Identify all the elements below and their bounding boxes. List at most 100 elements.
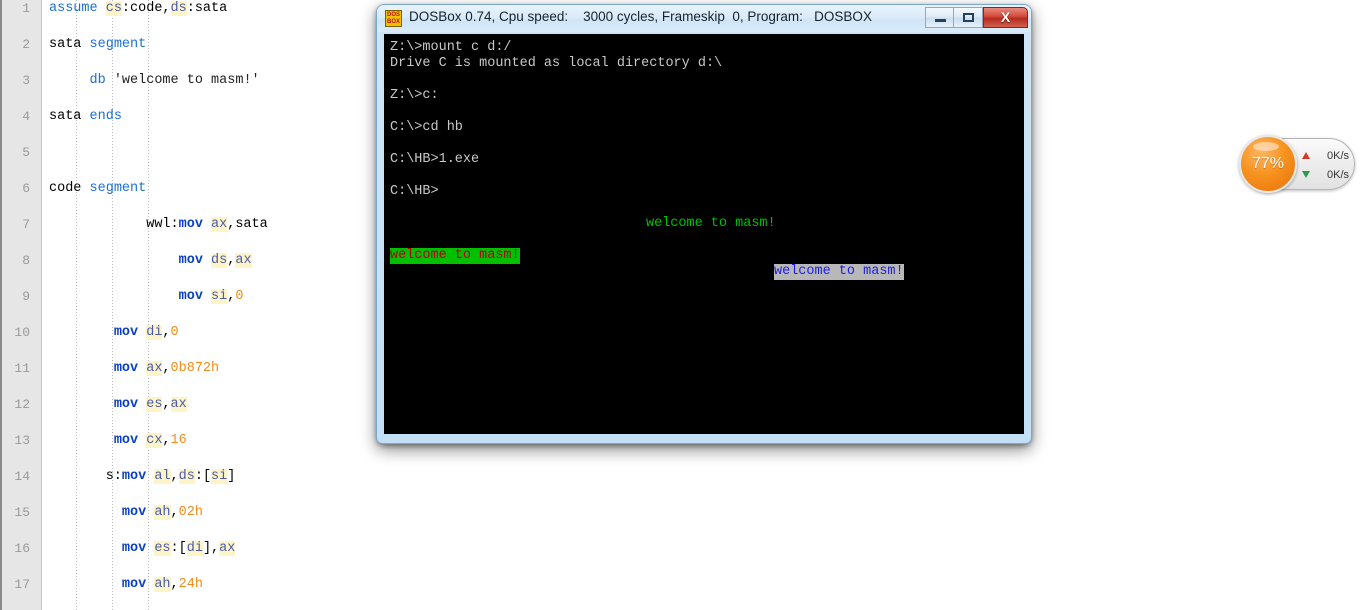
code-token: segment	[89, 37, 147, 52]
line-number: 12	[14, 397, 30, 412]
code-token: sata	[49, 37, 90, 52]
code-line[interactable]: 16 mov es:[di],ax	[0, 540, 1362, 558]
code-token: wwl:	[49, 217, 179, 232]
code-token: es	[154, 541, 171, 556]
code-token: 0	[170, 325, 179, 340]
line-number: 11	[14, 361, 30, 376]
line-number: 9	[22, 289, 30, 304]
code-token: mov	[121, 505, 155, 520]
line-number: 14	[14, 469, 30, 484]
cpu-gauge[interactable]: 77%	[1239, 135, 1297, 193]
code-token: ,	[170, 505, 179, 520]
code-token: sata	[49, 109, 90, 124]
code-token: ax	[146, 361, 163, 376]
code-token: :sata	[186, 1, 228, 16]
window-controls[interactable]: X	[925, 7, 1028, 28]
line-number: 15	[14, 505, 30, 520]
code-token: ah	[154, 577, 171, 592]
code-token: cs	[105, 1, 122, 16]
arrow-up-icon	[1302, 152, 1310, 159]
minimize-icon	[935, 19, 946, 22]
download-rate-label: 0K/s	[1326, 168, 1349, 181]
code-token: di	[146, 325, 163, 340]
dosbox-icon-line2: BOX	[386, 19, 400, 25]
line-number: 7	[22, 217, 30, 232]
code-token: ,	[162, 433, 171, 448]
line-number: 10	[14, 325, 30, 340]
code-line[interactable]: 15 mov ah,02h	[0, 504, 1362, 522]
code-token: mov	[113, 397, 147, 412]
code-token: ],	[202, 541, 220, 556]
code-token: segment	[89, 181, 147, 196]
code-token: ends	[89, 109, 122, 124]
code-token: s:	[49, 469, 122, 484]
code-token: cx	[146, 433, 163, 448]
code-token: ax	[235, 253, 252, 268]
code-token: 02h	[178, 505, 203, 520]
code-token: ,	[170, 469, 179, 484]
code-token: mov	[121, 469, 155, 484]
cpu-percent-label: 77%	[1251, 155, 1285, 172]
arrow-down-icon	[1302, 171, 1310, 178]
code-line[interactable]: 17 mov ah,24h	[0, 576, 1362, 594]
code-line-body[interactable]: mov ah,02h	[43, 504, 1362, 522]
code-token: ah	[154, 505, 171, 520]
code-line-body[interactable]: mov ah,24h	[43, 576, 1362, 594]
code-token: di	[186, 541, 203, 556]
dosbox-icon: DOS BOX	[385, 10, 402, 27]
line-number: 6	[22, 181, 30, 196]
dosbox-window[interactable]: DOS BOX DOSBox 0.74, Cpu speed: 3000 cyc…	[376, 4, 1032, 444]
code-token: :[	[170, 541, 187, 556]
code-token: si	[211, 469, 228, 484]
code-token: mov	[178, 253, 212, 268]
code-token: 24h	[178, 577, 203, 592]
code-token: mov	[121, 577, 155, 592]
code-token: ax	[170, 397, 187, 412]
dosbox-icon-line1: DOS	[386, 12, 400, 18]
screen: 1 assume cs:code,ds:sata 2 sata segment 3 db…	[0, 0, 1362, 610]
dos-console[interactable]: Z:\>mount c d:/Drive C is mounted as loc…	[384, 34, 1024, 434]
code-token: al	[154, 469, 171, 484]
code-token: ,	[170, 577, 179, 592]
code-token: ds	[170, 1, 187, 16]
console-line: welcome to masm!	[646, 216, 776, 231]
code-token: db	[89, 73, 106, 88]
code-token: :code,	[121, 1, 171, 16]
code-token: 16	[170, 433, 187, 448]
code-token: :[	[194, 469, 212, 484]
code-token: es	[146, 397, 163, 412]
minimize-button[interactable]	[925, 7, 954, 28]
console-line: C:\HB>1.exe	[390, 152, 480, 167]
console-line: welcome to masm!	[774, 264, 904, 280]
code-line[interactable]: 14 s:mov al,ds:[si]	[0, 468, 1362, 486]
maximize-button[interactable]	[954, 7, 983, 28]
network-monitor-widget[interactable]: 77% 0K/s 0K/s	[1239, 135, 1355, 193]
code-token: 0b872h	[170, 361, 220, 376]
code-token: ,	[162, 361, 171, 376]
console-line: Z:\>mount c d:/	[390, 40, 512, 55]
line-number: 3	[22, 73, 30, 88]
code-token: 'welcome to masm!'	[105, 73, 260, 88]
code-token: mov	[113, 325, 147, 340]
close-icon: X	[1000, 9, 1011, 25]
line-number: 4	[22, 109, 30, 124]
console-line: C:\HB>	[390, 184, 439, 199]
close-button[interactable]: X	[983, 7, 1028, 28]
dosbox-titlebar[interactable]: DOS BOX DOSBox 0.74, Cpu speed: 3000 cyc…	[377, 5, 1031, 32]
code-token: ds	[211, 253, 228, 268]
code-token: mov	[113, 433, 147, 448]
code-line-body[interactable]: s:mov al,ds:[si]	[43, 468, 1362, 486]
dosbox-title-text: DOSBox 0.74, Cpu speed: 3000 cycles, Fra…	[409, 9, 872, 24]
code-token: mov	[178, 217, 212, 232]
code-token: mov	[178, 289, 212, 304]
code-token: ax	[211, 217, 228, 232]
upload-row: 0K/s	[1300, 146, 1354, 165]
code-token: ,	[162, 397, 171, 412]
code-token: mov	[121, 541, 155, 556]
code-line-body[interactable]: mov es:[di],ax	[43, 540, 1362, 558]
